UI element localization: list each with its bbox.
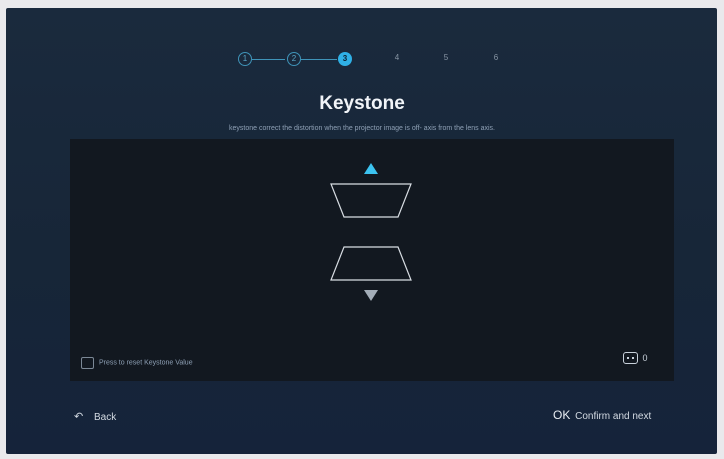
remote-key-icon: [623, 352, 638, 364]
step-2: 2: [287, 52, 301, 66]
ok-key-label: OK: [553, 408, 571, 422]
confirm-next-button[interactable]: OK Confirm and next: [553, 408, 651, 422]
keystone-value-text: 0: [642, 353, 648, 363]
back-arrow-icon: ↶: [74, 411, 84, 423]
step-indicator: 1 2 3 4 5 6: [0, 52, 724, 68]
triangle-up-icon[interactable]: [364, 163, 378, 174]
step-6: 6: [493, 53, 499, 62]
page-title: Keystone: [319, 93, 405, 114]
step-4: 4: [394, 53, 400, 62]
keystone-value: 0: [623, 352, 648, 364]
page-subtitle: keystone correct the distortion when the…: [229, 125, 495, 132]
keystone-bottom-trapezoid: [330, 246, 412, 281]
back-button[interactable]: ↶ Back: [74, 410, 116, 423]
step-3: 3: [338, 52, 352, 66]
step-1: 1: [238, 52, 252, 66]
confirm-label: Confirm and next: [575, 411, 652, 422]
reset-key-icon: [81, 357, 94, 369]
reset-label: Press to reset Keystone Value: [98, 359, 193, 367]
step-connector: [301, 59, 337, 60]
step-connector: [252, 59, 285, 60]
step-5: 5: [443, 53, 449, 62]
keystone-top-trapezoid: [330, 183, 412, 218]
triangle-down-icon[interactable]: [364, 290, 378, 301]
reset-hint: Press to reset Keystone Value: [81, 357, 193, 369]
back-label: Back: [94, 412, 117, 423]
